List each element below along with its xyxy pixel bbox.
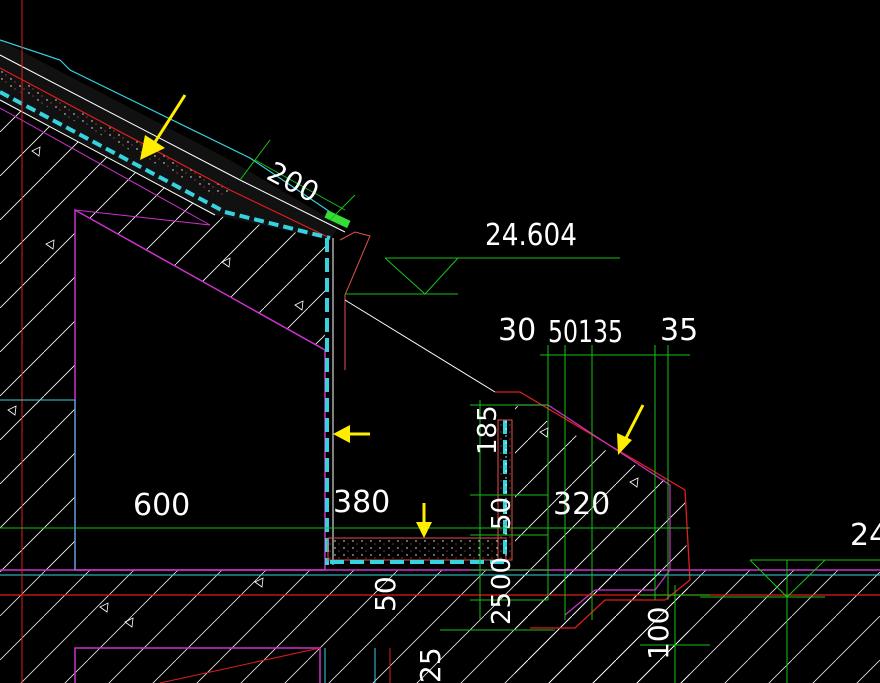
- dim-50135: 50135: [548, 315, 623, 350]
- arrow-gutter-wall: [333, 425, 370, 443]
- elevation-label-right: 24: [850, 518, 880, 553]
- arrow-right-slope: [617, 404, 645, 455]
- elevation-label-top: 24.604: [485, 218, 577, 253]
- dim-100: 100: [642, 607, 675, 660]
- dim-185-vertical: 185: [473, 405, 503, 455]
- dim-50-bottom: 50: [369, 576, 402, 612]
- dim-35: 35: [660, 313, 698, 348]
- slope-line: [344, 299, 496, 393]
- arrow-gutter-floor: [416, 503, 432, 538]
- dim-00-vertical: 00: [487, 557, 517, 590]
- dim-320: 320: [553, 487, 610, 522]
- dim-30: 30: [498, 313, 536, 348]
- cad-drawing: 24.604 24 200 30 50135 35 600 380 320 50…: [0, 0, 880, 683]
- dim-600: 600: [133, 488, 190, 523]
- dim-25-vertical: 25: [487, 592, 517, 625]
- dim-25: 25: [414, 647, 447, 683]
- dim-50-vertical: 50: [487, 497, 517, 530]
- dim-380: 380: [333, 485, 390, 520]
